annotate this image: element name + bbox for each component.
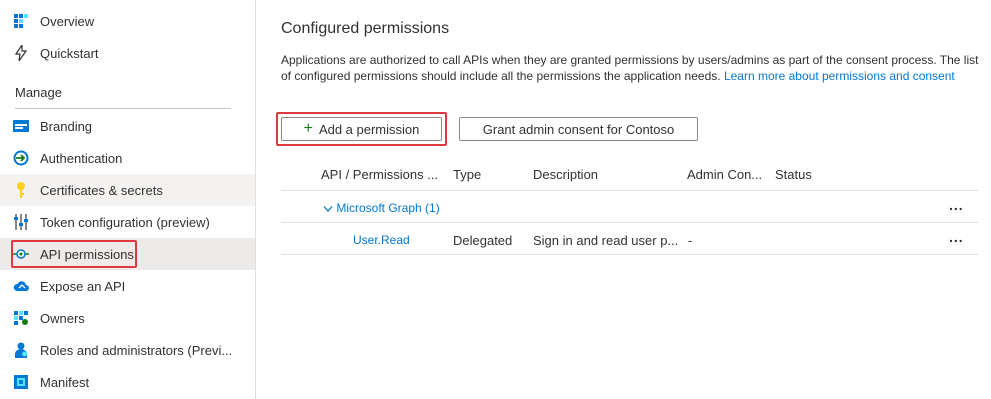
sidebar-item-expose-api[interactable]: Expose an API <box>0 270 255 302</box>
table-divider <box>281 222 978 223</box>
authentication-icon <box>13 150 29 166</box>
sidebar-item-owners[interactable]: Owners <box>0 302 255 334</box>
sidebar-item-label: Certificates & secrets <box>40 182 163 198</box>
sidebar-item-label: Overview <box>40 13 95 29</box>
permission-type: Delegated <box>453 233 513 248</box>
sidebar-item-overview[interactable]: Overview <box>0 5 255 37</box>
sidebar-item-label: Authentication <box>40 150 123 166</box>
sidebar-item-label: Manifest <box>40 374 90 390</box>
cloud-icon <box>13 278 29 294</box>
table-divider <box>281 254 978 255</box>
sidebar-item-label: Quickstart <box>40 45 99 61</box>
sidebar-item-token-configuration[interactable]: Token configuration (preview) <box>0 206 255 238</box>
sidebar-item-authentication[interactable]: Authentication <box>0 142 255 174</box>
group-label[interactable]: Microsoft Graph (1) <box>336 201 439 215</box>
sidebar-item-manifest[interactable]: Manifest <box>0 366 255 398</box>
highlight-frame <box>11 240 137 268</box>
chevron-down-icon <box>323 205 333 212</box>
branding-icon <box>13 118 29 134</box>
column-header-api[interactable]: API / Permissions ... <box>321 167 438 182</box>
sidebar-item-quickstart[interactable]: Quickstart <box>0 37 255 69</box>
grant-consent-label: Grant admin consent for Contoso <box>482 121 675 137</box>
page-title: Configured permissions <box>281 20 450 37</box>
overview-icon <box>13 13 29 29</box>
sidebar-nav: Overview Quickstart Manage Branding Auth… <box>0 0 256 399</box>
learn-more-link[interactable]: Learn more about permissions and consent <box>724 69 955 83</box>
section-header-manage: Manage <box>15 85 62 100</box>
permission-name-link[interactable]: User.Read <box>353 233 410 247</box>
page-description: Applications are authorized to call APIs… <box>281 52 981 84</box>
highlight-frame <box>276 112 447 146</box>
sidebar-item-label: Expose an API <box>40 278 126 294</box>
section-divider <box>15 108 231 109</box>
sidebar-item-roles-administrators[interactable]: Roles and administrators (Previ... <box>0 334 255 366</box>
sidebar-item-label: Token configuration (preview) <box>40 214 210 230</box>
sidebar-item-label: Roles and administrators (Previ... <box>40 342 233 358</box>
key-icon <box>13 182 29 198</box>
manifest-icon <box>13 374 29 390</box>
admin-consent-value: - <box>688 233 693 248</box>
permission-description: Sign in and read user p... <box>533 233 679 248</box>
table-divider <box>281 190 978 191</box>
column-header-description[interactable]: Description <box>533 167 598 182</box>
column-header-admin-consent[interactable]: Admin Con... <box>687 167 762 182</box>
group-row-toggle[interactable]: Microsoft Graph (1) <box>323 201 440 215</box>
roles-icon <box>13 342 29 358</box>
main-content: Configured permissions Applications are … <box>257 0 991 399</box>
column-header-status[interactable]: Status <box>775 167 812 182</box>
sidebar-item-branding[interactable]: Branding <box>0 110 255 142</box>
more-options-icon[interactable]: ... <box>949 229 964 245</box>
token-config-icon <box>13 214 29 230</box>
grant-admin-consent-button[interactable]: Grant admin consent for Contoso <box>459 117 698 141</box>
sidebar-item-label: Owners <box>40 310 85 326</box>
owners-icon <box>13 310 29 326</box>
more-options-icon[interactable]: ... <box>949 197 964 213</box>
sidebar-item-certificates[interactable]: Certificates & secrets <box>0 174 255 206</box>
quickstart-icon <box>13 45 29 61</box>
sidebar-item-label: Branding <box>40 118 93 134</box>
column-header-type[interactable]: Type <box>453 167 481 182</box>
